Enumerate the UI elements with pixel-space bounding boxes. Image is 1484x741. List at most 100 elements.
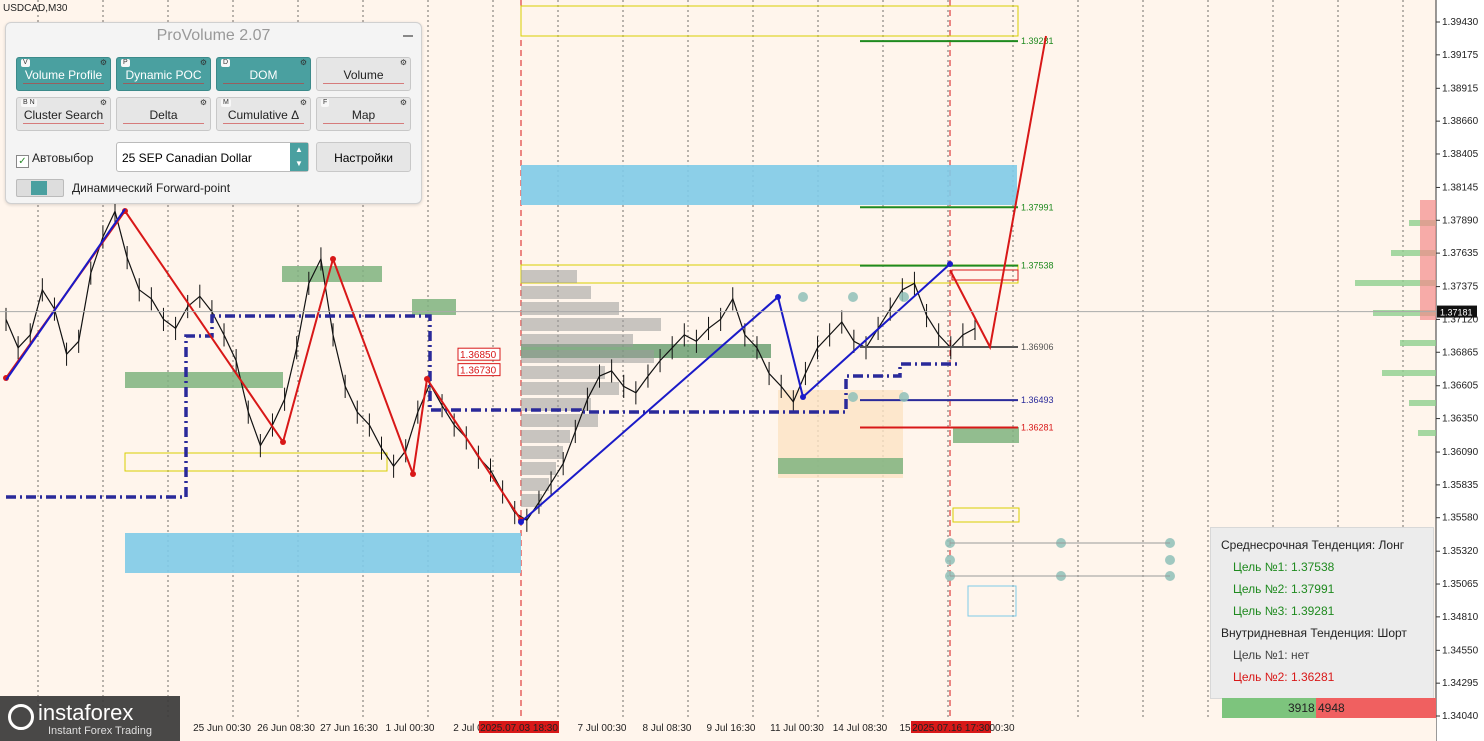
pv-button-label: Volume Profile xyxy=(24,68,103,82)
indicator-line xyxy=(223,83,304,88)
settings-button[interactable]: Настройки xyxy=(316,142,411,172)
x-date-label: 2025.07.16 17:30 xyxy=(912,723,990,734)
indicator-line xyxy=(23,123,104,128)
logo-sub: Instant Forex Trading xyxy=(48,725,152,737)
volume-green: 3918 xyxy=(1288,701,1315,715)
hotkey-badge: B N xyxy=(21,99,37,107)
intra-target-1: Цель №1: нет xyxy=(1233,648,1310,662)
volume-balance-bar: 3918 4948 xyxy=(1222,698,1436,718)
gear-icon[interactable]: ⚙ xyxy=(400,59,407,67)
y-tick-label: 1.38915 xyxy=(1442,83,1479,94)
indicator-line xyxy=(223,123,304,128)
green-zone-5 xyxy=(953,427,1019,443)
gear-icon[interactable]: ⚙ xyxy=(100,99,107,107)
indicator-line xyxy=(323,123,404,128)
y-tick-label: 1.37375 xyxy=(1442,282,1479,293)
provolume-panel[interactable]: ProVolume 2.07 Volume Profile V ⚙ Dynamic P… xyxy=(5,22,422,204)
volume-profile-bar xyxy=(521,446,563,459)
gear-icon[interactable]: ⚙ xyxy=(100,59,107,67)
forward-point-toggle[interactable] xyxy=(16,179,64,197)
volume-profile-bar xyxy=(521,350,654,363)
x-date-label: 14 Jul 08:30 xyxy=(833,723,888,734)
volume-profile-bar xyxy=(521,430,570,443)
indicator-line xyxy=(123,83,204,88)
y-tick-label: 1.35580 xyxy=(1442,513,1479,524)
right-volume-bar xyxy=(1418,430,1436,436)
pv-button-cluster-search[interactable]: Cluster Search B N ⚙ xyxy=(16,97,111,131)
y-tick-label: 1.36350 xyxy=(1442,414,1479,425)
instrument-select[interactable]: 25 SEP Canadian Dollar ▲ ▼ xyxy=(116,142,309,172)
blue-zigzag-point xyxy=(800,394,806,400)
blue-zigzag-point xyxy=(518,519,524,525)
x-date-label: 2025.07.03 18:30 xyxy=(480,723,558,734)
pv-button-label: DOM xyxy=(249,68,278,82)
green-zone-1 xyxy=(282,266,382,282)
pv-button-label: Map xyxy=(351,108,376,122)
indicator-line xyxy=(323,83,404,88)
y-tick-label: 1.35065 xyxy=(1442,579,1479,590)
gear-icon[interactable]: ⚙ xyxy=(300,59,307,67)
y-tick-label: 1.36605 xyxy=(1442,381,1479,392)
green-zone-3 xyxy=(412,299,456,315)
green-zone-4 xyxy=(778,458,903,474)
pv-button-dynamic-poc[interactable]: Dynamic POC P ⚙ xyxy=(116,57,211,91)
x-date-label: 25 Jun 00:30 xyxy=(193,723,251,734)
level-label: 1.36493 xyxy=(1021,395,1054,405)
volume-profile-bar xyxy=(521,366,605,379)
intra-target-2: Цель №2: 1.36281 xyxy=(1233,670,1335,684)
pv-button-volume[interactable]: Volume ⚙ xyxy=(316,57,411,91)
y-tick-label: 1.39175 xyxy=(1442,50,1479,61)
intra-trend-title: Внутридневная Тенденция: Шорт xyxy=(1221,626,1407,640)
level-label: 1.37538 xyxy=(1021,261,1054,271)
pv-button-map[interactable]: Map F ⚙ xyxy=(316,97,411,131)
green-zone-2 xyxy=(125,372,283,388)
pv-button-volume-profile[interactable]: Volume Profile V ⚙ xyxy=(16,57,111,91)
hotkey-badge: D xyxy=(221,59,231,67)
y-tick-label: 1.34550 xyxy=(1442,645,1479,656)
x-date-label: 26 Jun 08:30 xyxy=(257,723,315,734)
fibo-marker xyxy=(899,392,909,402)
indicator-line xyxy=(23,83,104,88)
pv-button-label: Volume xyxy=(343,68,384,82)
volume-profile-bar xyxy=(521,334,633,347)
autoselect-checkbox[interactable]: ✓ Автовыбор xyxy=(16,151,93,168)
x-date-label: 00:30 xyxy=(989,723,1014,734)
instrument-value: 25 SEP Canadian Dollar xyxy=(122,151,252,165)
mid-target-1: Цель №1: 1.37538 xyxy=(1233,560,1335,574)
autoselect-label: Автовыбор xyxy=(32,151,94,165)
mid-target-2: Цель №2: 1.37991 xyxy=(1233,582,1335,596)
pv-button-delta[interactable]: Delta ⚙ xyxy=(116,97,211,131)
box-label: 1.36850 xyxy=(460,350,497,361)
pv-button-cumulative-[interactable]: Cumulative Δ M ⚙ xyxy=(216,97,311,131)
right-volume-bar xyxy=(1400,340,1436,346)
fibo-marker xyxy=(798,292,808,302)
right-volume-bar xyxy=(1409,400,1436,406)
fibo-marker xyxy=(945,555,955,565)
gear-icon[interactable]: ⚙ xyxy=(400,99,407,107)
red-zigzag-point xyxy=(280,439,286,445)
volume-profile-bar xyxy=(521,478,549,491)
volume-profile-bar xyxy=(521,270,577,283)
current-price-label: 1.37181 xyxy=(1440,308,1473,318)
y-tick-label: 1.37635 xyxy=(1442,248,1479,259)
gear-icon[interactable]: ⚙ xyxy=(200,99,207,107)
y-tick-label: 1.35835 xyxy=(1442,480,1479,491)
x-date-label: 7 Jul 00:30 xyxy=(578,723,627,734)
y-tick-label: 1.37890 xyxy=(1442,215,1479,226)
instaforex-logo: instaforex Instant Forex Trading xyxy=(0,696,180,741)
pv-button-label: Cluster Search xyxy=(23,108,104,122)
level-label: 1.36281 xyxy=(1021,422,1054,432)
minimize-icon[interactable] xyxy=(403,35,413,37)
pv-button-label: Delta xyxy=(149,108,178,122)
x-date-label: 9 Jul 16:30 xyxy=(707,723,756,734)
box-label: 1.36730 xyxy=(460,366,497,377)
x-date-label: 15 xyxy=(899,723,911,734)
blue-zigzag-point xyxy=(775,294,781,300)
hotkey-badge: M xyxy=(221,99,231,107)
x-date-label: 2 Jul 0 xyxy=(453,723,483,734)
pv-button-dom[interactable]: DOM D ⚙ xyxy=(216,57,311,91)
gear-icon[interactable]: ⚙ xyxy=(300,99,307,107)
spinner-icon[interactable]: ▲ ▼ xyxy=(290,143,308,171)
gear-icon[interactable]: ⚙ xyxy=(200,59,207,67)
hotkey-badge: P xyxy=(121,59,130,67)
